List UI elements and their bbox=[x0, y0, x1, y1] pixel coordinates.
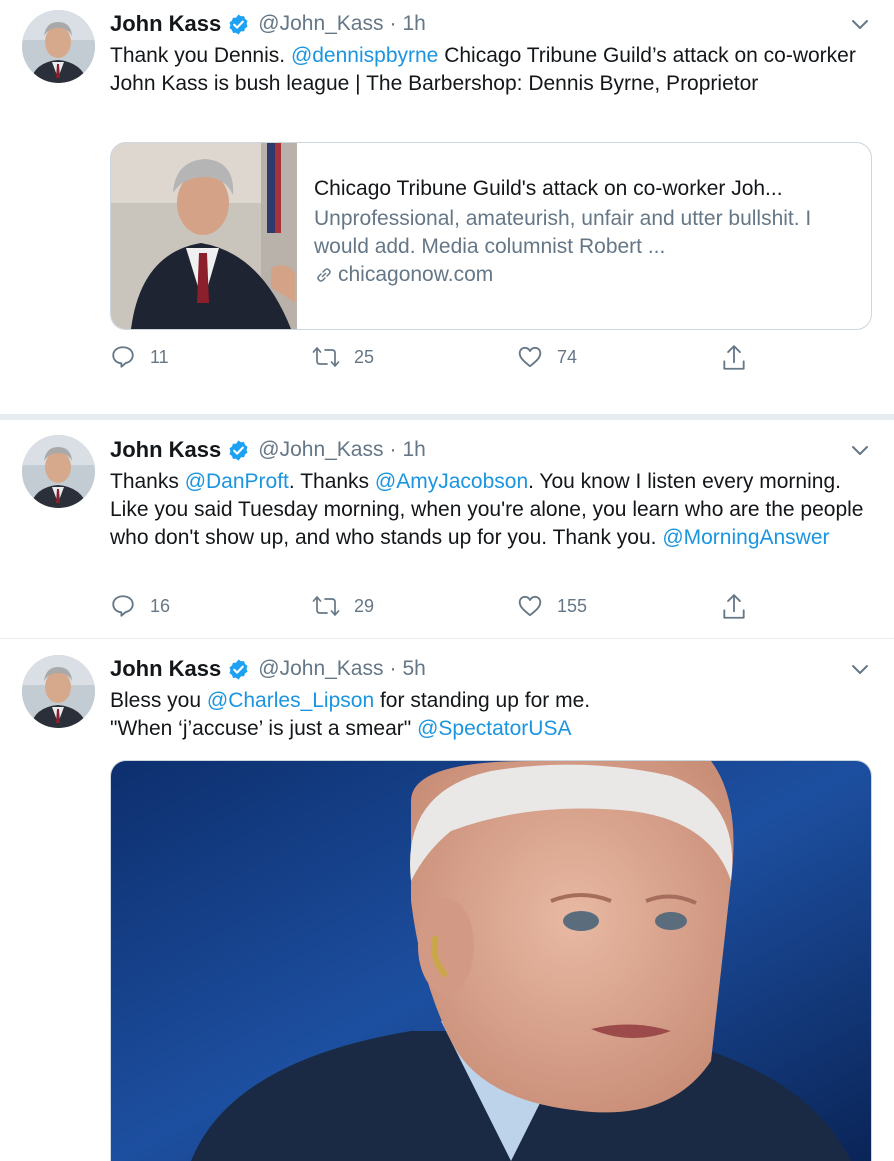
tweet-3[interactable]: John Kass @John_Kass · 5h Bless you @Cha… bbox=[0, 639, 894, 1161]
like-button[interactable]: 155 bbox=[517, 593, 587, 619]
user-handle[interactable]: @John_Kass bbox=[258, 657, 383, 681]
tweet-text-segment: Thank you Dennis. bbox=[110, 44, 291, 67]
display-name[interactable]: John Kass bbox=[110, 656, 221, 682]
chevron-down-icon[interactable] bbox=[850, 440, 870, 460]
reply-count: 11 bbox=[150, 346, 169, 367]
reply-icon bbox=[112, 346, 134, 368]
mention-link[interactable]: @AmyJacobson bbox=[375, 470, 528, 493]
heart-icon bbox=[518, 595, 542, 617]
avatar[interactable] bbox=[22, 655, 95, 728]
verified-badge-icon bbox=[227, 658, 250, 681]
retweet-count: 29 bbox=[354, 595, 375, 616]
share-button[interactable] bbox=[721, 593, 761, 621]
mention-link[interactable]: @DanProft bbox=[185, 470, 289, 493]
retweet-icon bbox=[312, 347, 340, 367]
card-body: Chicago Tribune Guild's attack on co-wor… bbox=[314, 175, 859, 289]
heart-icon bbox=[518, 346, 542, 368]
tweet-text: Thanks @DanProft. Thanks @AmyJacobson. Y… bbox=[110, 468, 870, 552]
reply-icon bbox=[112, 595, 134, 617]
tweet-text-segment: Bless you bbox=[110, 689, 207, 712]
retweet-button[interactable]: 29 bbox=[312, 593, 374, 619]
card-domain-label: chicagonow.com bbox=[338, 263, 494, 286]
tweet-actions: 11 25 74 bbox=[110, 344, 760, 374]
separator-dot: · bbox=[389, 12, 397, 35]
display-name[interactable]: John Kass bbox=[110, 11, 221, 37]
tweet-text-segment: . Thanks bbox=[288, 470, 375, 493]
mention-link[interactable]: @Charles_Lipson bbox=[207, 689, 374, 712]
separator-dot: · bbox=[389, 438, 397, 461]
user-handle[interactable]: @John_Kass bbox=[258, 12, 383, 36]
tweet-text: Thank you Dennis. @dennispbyrne Chicago … bbox=[110, 42, 870, 98]
reply-button[interactable]: 16 bbox=[110, 593, 170, 619]
tweet-1[interactable]: John Kass @John_Kass · 1h Thank you Denn… bbox=[0, 0, 894, 414]
share-button[interactable] bbox=[721, 344, 761, 372]
user-handle[interactable]: @John_Kass bbox=[258, 438, 383, 462]
avatar[interactable] bbox=[22, 10, 95, 83]
chevron-down-icon[interactable] bbox=[850, 659, 870, 679]
like-count: 155 bbox=[557, 595, 588, 616]
timestamp[interactable]: 1h bbox=[403, 438, 426, 462]
timestamp[interactable]: 1h bbox=[403, 12, 426, 36]
mention-link[interactable]: @dennispbyrne bbox=[291, 44, 438, 67]
card-thumbnail bbox=[111, 143, 297, 329]
display-name[interactable]: John Kass bbox=[110, 437, 221, 463]
tweet-text-segment: for standing up for me. bbox=[374, 689, 591, 712]
link-card[interactable]: Chicago Tribune Guild's attack on co-wor… bbox=[110, 142, 872, 330]
verified-badge-icon bbox=[227, 13, 250, 36]
card-domain: chicagonow.com bbox=[314, 261, 859, 289]
like-count: 74 bbox=[557, 346, 578, 367]
tweet-2[interactable]: John Kass @John_Kass · 1h Thanks @DanPro… bbox=[0, 420, 894, 638]
retweet-button[interactable]: 25 bbox=[312, 344, 374, 370]
timestamp[interactable]: 5h bbox=[403, 657, 426, 681]
link-icon bbox=[314, 265, 334, 285]
card-description: Unprofessional, amateurish, unfair and u… bbox=[314, 207, 812, 258]
retweet-count: 25 bbox=[354, 346, 375, 367]
share-icon bbox=[723, 594, 745, 619]
tweet-media-image[interactable] bbox=[110, 760, 872, 1161]
reply-count: 16 bbox=[150, 595, 171, 616]
separator-dot: · bbox=[389, 657, 397, 680]
share-icon bbox=[723, 345, 745, 370]
mention-link[interactable]: @MorningAnswer bbox=[662, 526, 829, 549]
retweet-icon bbox=[312, 596, 340, 616]
mention-link[interactable]: @SpectatorUSA bbox=[417, 717, 571, 740]
card-title[interactable]: Chicago Tribune Guild's attack on co-wor… bbox=[314, 175, 859, 203]
tweet-text: Bless you @Charles_Lipson for standing u… bbox=[110, 687, 870, 743]
tweet-header: John Kass @John_Kass · 1h bbox=[110, 9, 426, 39]
tweet-text-segment: Thanks bbox=[110, 470, 185, 493]
tweet-header: John Kass @John_Kass · 1h bbox=[110, 435, 426, 465]
reply-button[interactable]: 11 bbox=[110, 344, 169, 370]
verified-badge-icon bbox=[227, 439, 250, 462]
tweet-text-segment: "When ‘j’accuse’ is just a smear" bbox=[110, 717, 418, 740]
avatar[interactable] bbox=[22, 435, 95, 508]
tweet-header: John Kass @John_Kass · 5h bbox=[110, 654, 426, 684]
like-button[interactable]: 74 bbox=[517, 344, 577, 370]
chevron-down-icon[interactable] bbox=[850, 14, 870, 34]
tweet-actions: 16 29 155 bbox=[110, 593, 760, 623]
